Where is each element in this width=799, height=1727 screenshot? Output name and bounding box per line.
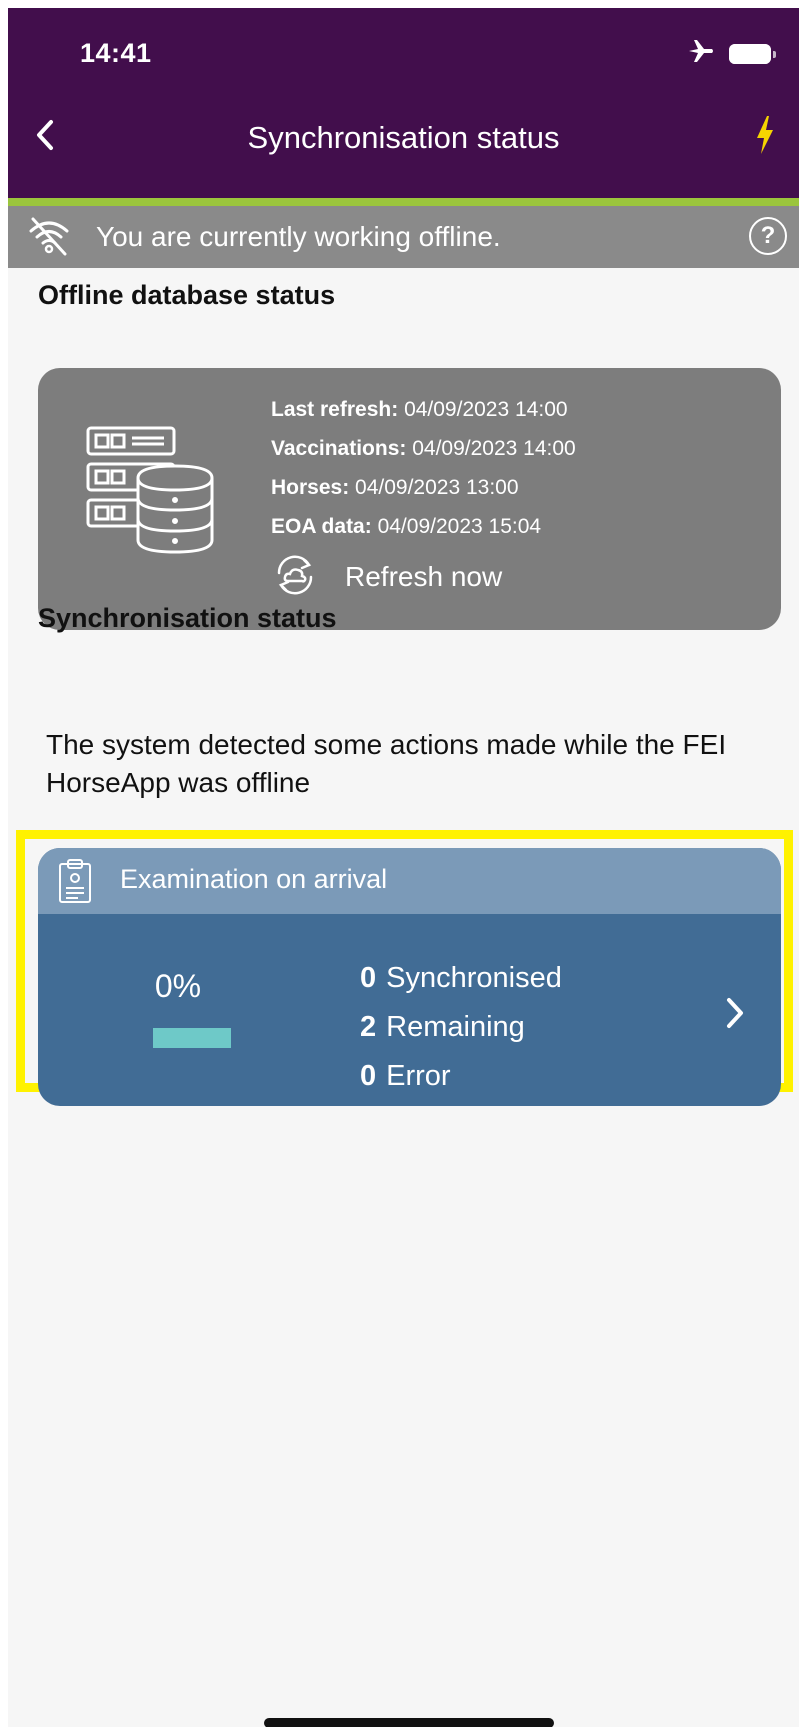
database-server-icon <box>86 426 216 561</box>
refresh-now-label: Refresh now <box>345 561 503 592</box>
lightning-bolt-icon <box>755 115 775 160</box>
battery-icon <box>729 43 776 64</box>
airplane-icon <box>687 38 715 69</box>
stat-error: 0 Error <box>360 1060 451 1092</box>
accent-divider <box>8 198 799 206</box>
offline-db-card: Last refresh: 04/09/2023 14:00 Vaccinati… <box>38 368 781 630</box>
stat-synchronised: 0 Synchronised <box>360 962 562 994</box>
db-row-last-refresh: Last refresh: 04/09/2023 14:00 <box>271 398 568 421</box>
offline-banner: You are currently working offline. ? <box>8 206 799 268</box>
exam-card-header: Examination on arrival <box>38 848 781 914</box>
offline-db-title: Offline database status <box>38 280 336 310</box>
sync-bolt-button[interactable] <box>745 112 785 162</box>
db-status-list: Last refresh: 04/09/2023 14:00 Vaccinati… <box>271 390 576 546</box>
page-title: Synchronisation status <box>247 120 560 155</box>
wifi-off-icon <box>26 216 72 263</box>
sync-percent: 0% <box>154 968 202 1004</box>
status-icons <box>687 38 776 69</box>
chevron-right-icon <box>725 996 745 1035</box>
examination-on-arrival-card[interactable]: Examination on arrival 0% 0 Synchronised … <box>38 848 781 1106</box>
header: 14:41 Synchronisation status <box>8 8 799 198</box>
help-icon[interactable]: ? <box>749 217 787 255</box>
stat-remaining: 2 Remaining <box>360 1011 525 1043</box>
status-time: 14:41 <box>80 38 152 68</box>
sync-progress-bar <box>153 1028 231 1048</box>
app-screen: 14:41 Synchronisation status You are cur… <box>8 8 799 1727</box>
exam-card-title: Examination on arrival <box>120 864 388 894</box>
refresh-now-button[interactable]: Refresh now <box>271 548 502 606</box>
db-row-horses: Horses: 04/09/2023 13:00 <box>271 476 519 499</box>
sync-stats: 0 Synchronised 2 Remaining 0 Error <box>360 954 562 1101</box>
clipboard-icon <box>58 858 92 909</box>
offline-message: You are currently working offline. <box>96 221 501 252</box>
cloud-sync-icon <box>271 551 319 604</box>
nav-bar: Synchronisation status <box>8 106 799 168</box>
db-row-vaccinations: Vaccinations: 04/09/2023 14:00 <box>271 437 576 460</box>
sync-status-title: Synchronisation status <box>38 603 337 633</box>
sync-description: The system detected some actions made wh… <box>46 729 727 798</box>
home-indicator <box>264 1718 554 1727</box>
db-row-eoa-data: EOA data: 04/09/2023 15:04 <box>271 515 542 538</box>
